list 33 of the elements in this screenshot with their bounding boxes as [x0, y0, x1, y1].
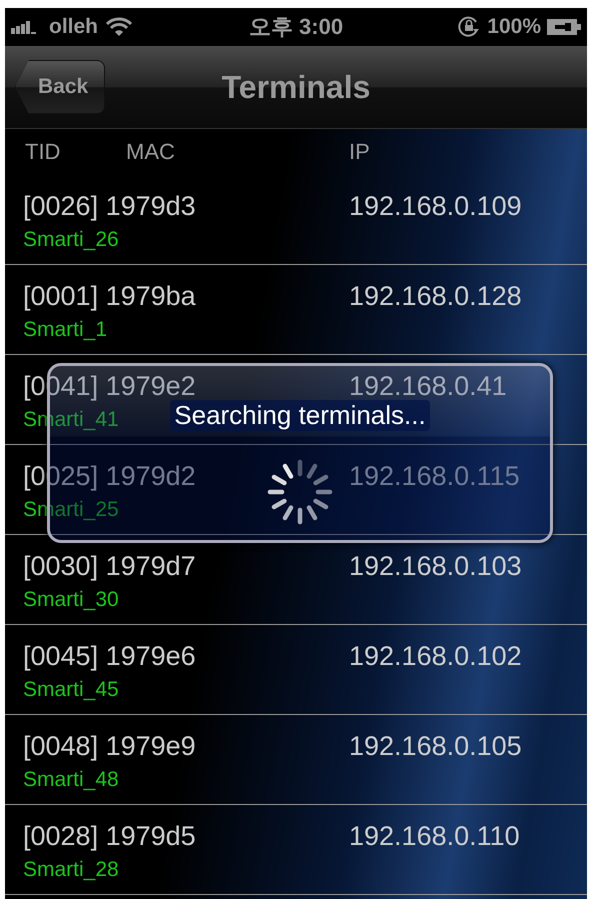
ip-address: 192.168.0.103 — [349, 551, 522, 582]
ip-address: 192.168.0.128 — [349, 281, 522, 312]
battery-charging-icon — [547, 19, 581, 35]
spinner-icon — [267, 459, 333, 525]
column-header: TID — [25, 139, 60, 165]
column-header: MAC — [126, 139, 175, 165]
terminal-id: [0030] 1979d7 — [23, 551, 197, 582]
terminal-name: Smarti_48 — [23, 768, 119, 792]
column-header: IP — [349, 139, 370, 165]
screen-title: Terminals — [222, 68, 370, 106]
carrier-name: olleh — [49, 15, 98, 39]
terminal-name: Smarti_1 — [23, 318, 108, 342]
rotation-lock-icon — [457, 15, 482, 39]
ip-address: 192.168.0.102 — [349, 641, 522, 672]
ip-address: 192.168.0.41 — [349, 371, 507, 402]
terminal-id: [0026] 1979d3 — [23, 191, 197, 222]
ip-address: 192.168.0.105 — [349, 731, 522, 762]
terminal-name: Smarti_26 — [23, 228, 119, 252]
battery-percent: 100% — [487, 15, 541, 39]
status-time: 오후 3:00 — [248, 13, 344, 41]
wifi-icon — [106, 17, 132, 37]
ip-address: 192.168.0.109 — [349, 191, 522, 222]
progress-message: Searching terminals... — [170, 400, 430, 431]
terminal-name: Smarti_28 — [23, 858, 119, 882]
terminal-id: [0048] 1979e9 — [23, 731, 197, 762]
terminal-name: Smarti_30 — [23, 588, 119, 612]
back-button[interactable]: Back — [15, 60, 106, 114]
ip-address: 192.168.0.115 — [349, 461, 520, 492]
ip-address: 192.168.0.110 — [349, 821, 520, 852]
terminal-id: [0001] 1979ba — [23, 281, 197, 312]
terminal-name: Smarti_45 — [23, 678, 119, 702]
terminal-id: [0028] 1979d5 — [23, 821, 197, 852]
terminal-id: [0045] 1979e6 — [23, 641, 197, 672]
